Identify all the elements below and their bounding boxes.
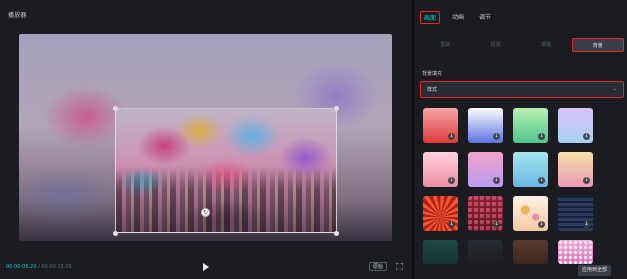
download-icon[interactable]: ↓ (493, 221, 500, 228)
background-style-swatch[interactable]: ↓ (468, 152, 503, 187)
background-style-swatch[interactable]: ↓ (513, 152, 548, 187)
fullscreen-icon[interactable] (396, 263, 403, 270)
background-style-swatch[interactable] (513, 240, 548, 264)
background-style-swatch[interactable]: ↓ (513, 108, 548, 143)
background-style-swatch[interactable]: ↓ (558, 152, 593, 187)
background-style-grid: ↓ ↓ ↓ ↓ ↓ ↓ ↓ ↓ ↓ ↓ ↓ ↓ (423, 108, 603, 264)
background-style-swatch[interactable]: ↓ (558, 108, 593, 143)
resize-handle-bottom-left[interactable] (113, 231, 118, 236)
player-panel: 播放器 ↻ 00:00:05:20 / 00:00:15:05 原始 (0, 0, 412, 279)
background-style-swatch[interactable]: ↓ (468, 196, 503, 231)
resize-handle-top-left[interactable] (113, 106, 118, 111)
timecode-total: / 00:00:15:05 (36, 264, 72, 270)
download-icon[interactable]: ↓ (448, 177, 455, 184)
download-icon[interactable]: ↓ (538, 133, 545, 140)
aspect-ratio-button[interactable]: 原始 (369, 262, 388, 271)
background-fill-select[interactable]: 样式 ⌄ (420, 81, 624, 98)
player-title: 播放器 (8, 12, 27, 19)
subtab-background[interactable]: 背景 (571, 38, 624, 52)
crowd-image (116, 168, 336, 232)
download-icon[interactable]: ↓ (493, 133, 500, 140)
timecode-current: 00:00:05:20 (6, 264, 37, 270)
apply-to-all-button[interactable]: 应用到全部 (578, 265, 612, 276)
background-style-swatch[interactable]: ↓ (423, 152, 458, 187)
background-fill-value: 样式 (427, 87, 438, 93)
play-icon[interactable] (203, 263, 209, 271)
video-clip-frame[interactable] (115, 108, 337, 233)
resize-handle-top-right[interactable] (334, 106, 339, 111)
picture-subtabs: 基础 抠像 蒙版 背景 (420, 38, 624, 52)
download-icon[interactable]: ↓ (493, 177, 500, 184)
background-style-swatch[interactable] (423, 240, 458, 264)
download-icon[interactable]: ↓ (583, 221, 590, 228)
download-icon[interactable]: ↓ (583, 133, 590, 140)
resize-handle-bottom-right[interactable] (334, 231, 339, 236)
background-style-swatch[interactable]: ↓ (558, 196, 593, 231)
subtab-keying[interactable]: 抠像 (471, 38, 522, 52)
download-icon[interactable]: ↓ (448, 133, 455, 140)
subtab-basic[interactable]: 基础 (420, 38, 471, 52)
inspector-tabs: 画面 动画 调节 (420, 11, 494, 24)
download-icon[interactable]: ↓ (448, 221, 455, 228)
chevron-down-icon: ⌄ (612, 86, 617, 92)
download-icon[interactable]: ↓ (538, 221, 545, 228)
download-icon[interactable]: ↓ (538, 177, 545, 184)
tab-picture[interactable]: 画面 (420, 11, 441, 24)
background-style-swatch[interactable]: ↓ (423, 196, 458, 231)
download-icon[interactable]: ↓ (583, 177, 590, 184)
subtab-mask[interactable]: 蒙版 (521, 38, 572, 52)
timecode: 00:00:05:20 / 00:00:15:05 (6, 264, 72, 270)
tab-animation[interactable]: 动画 (449, 11, 467, 24)
background-style-swatch[interactable] (558, 240, 593, 264)
background-style-swatch[interactable]: ↓ (423, 108, 458, 143)
background-style-swatch[interactable]: ↓ (513, 196, 548, 231)
tab-adjust[interactable]: 调节 (476, 11, 494, 24)
rotate-icon[interactable]: ↻ (201, 208, 210, 217)
background-style-swatch[interactable]: ↓ (468, 108, 503, 143)
inspector-panel: 画面 动画 调节 基础 抠像 蒙版 背景 背景填充 样式 ⌄ ↓ ↓ ↓ ↓ ↓ ↓ ↓ ↓ ↓… (414, 0, 627, 279)
background-style-swatch[interactable] (468, 240, 503, 264)
background-fill-label: 背景填充 (422, 71, 443, 77)
